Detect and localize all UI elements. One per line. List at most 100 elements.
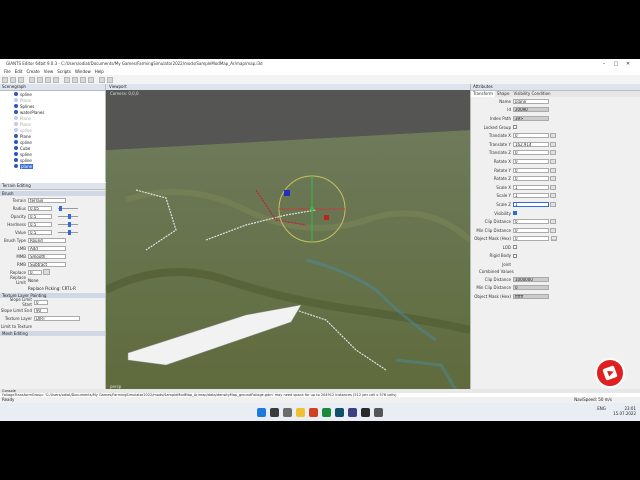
replace-field[interactable]: 0, 0.5 xyxy=(28,269,42,275)
locked-group-checkbox[interactable] xyxy=(513,125,517,130)
menu-window[interactable]: Window xyxy=(75,69,91,74)
translate-y-spinner[interactable] xyxy=(550,141,556,147)
clip-distance-spinner[interactable] xyxy=(550,219,556,225)
task-view-icon[interactable] xyxy=(283,407,292,417)
terrain-row: Terrain terrain xyxy=(0,196,105,204)
scale-icon[interactable] xyxy=(53,76,59,83)
mmb-select[interactable]: Smooth xyxy=(28,253,66,259)
value-slider[interactable] xyxy=(58,229,78,235)
menu-help[interactable]: Help xyxy=(95,69,104,74)
scale-x-spinner[interactable] xyxy=(550,184,556,190)
app-icon[interactable] xyxy=(374,407,383,417)
clip-distance-field[interactable]: 0 xyxy=(513,219,549,225)
viewport-canvas[interactable]: Camera: 0,0,0 persp xyxy=(106,90,470,392)
translate-z-spinner[interactable] xyxy=(550,150,556,156)
lmb-select[interactable]: Add xyxy=(28,245,66,251)
node-icon xyxy=(14,140,18,144)
terrain-paint-icon[interactable] xyxy=(72,76,78,83)
browser-icon[interactable] xyxy=(309,407,318,417)
gizmo-handle[interactable] xyxy=(284,190,290,196)
hardness-field[interactable]: 0.5 xyxy=(28,221,52,227)
rotate-x-spinner[interactable] xyxy=(550,158,556,164)
play-icon[interactable] xyxy=(99,76,105,83)
rotate-y-spinner[interactable] xyxy=(550,167,556,173)
opacity-field[interactable]: 0.5 xyxy=(28,213,52,219)
file-explorer-icon[interactable] xyxy=(296,407,305,417)
tab-transform[interactable]: Transform xyxy=(471,91,495,97)
scale-y-field[interactable]: 1 xyxy=(513,193,549,199)
object-mask-field[interactable]: 0 xyxy=(513,236,549,242)
menu-file[interactable]: File xyxy=(4,69,11,74)
move-icon[interactable] xyxy=(37,76,43,83)
close-button[interactable]: ✕ xyxy=(622,59,634,68)
radius-field[interactable]: 0.05 xyxy=(28,205,52,211)
search-icon[interactable] xyxy=(270,407,279,417)
clock-date[interactable]: 15.07.2022 xyxy=(613,411,636,416)
translate-x-field[interactable]: 0 xyxy=(513,133,549,139)
save-icon[interactable] xyxy=(18,76,24,83)
radius-slider[interactable] xyxy=(58,205,78,211)
scale-z-spinner[interactable] xyxy=(550,201,556,207)
texture-layer-select[interactable]: DIRT xyxy=(34,315,80,321)
tab-shape[interactable]: Shape xyxy=(495,91,512,97)
menu-edit[interactable]: Edit xyxy=(15,69,23,74)
menu-create[interactable]: Create xyxy=(26,69,39,74)
terrain-sculpt-icon[interactable] xyxy=(64,76,70,83)
lod-label: LOD xyxy=(502,244,511,250)
language-indicator[interactable]: ENG xyxy=(597,406,606,411)
translate-y-field[interactable]: 162.914 xyxy=(513,141,549,147)
giants-editor-icon[interactable] xyxy=(348,407,357,417)
scale-y-spinner[interactable] xyxy=(550,193,556,199)
open-icon[interactable] xyxy=(10,76,16,83)
select-icon[interactable] xyxy=(29,76,35,83)
scenegraph-node[interactable]: plane xyxy=(0,163,105,169)
menu-view[interactable]: View xyxy=(44,69,54,74)
tab-visibility-condition[interactable]: Visibility Condition xyxy=(511,91,552,97)
system-tray: ENG 23:01 15.07.2022 xyxy=(597,406,636,416)
new-icon[interactable] xyxy=(2,76,8,83)
name-field[interactable]: plane xyxy=(513,98,549,104)
camera-icon[interactable] xyxy=(107,76,113,83)
node-label: Plane xyxy=(20,121,31,127)
scale-z-field[interactable]: 1 xyxy=(513,201,549,207)
scale-x-row: Scale X 1 xyxy=(471,183,640,192)
opacity-slider[interactable] xyxy=(58,213,78,219)
maximize-button[interactable]: □ xyxy=(610,59,622,68)
rotate-y-field[interactable]: 0 xyxy=(513,167,549,173)
brush-type-select[interactable]: Round xyxy=(28,237,66,243)
slope-start-field[interactable]: 0 xyxy=(34,299,48,305)
obs-icon[interactable] xyxy=(361,407,370,417)
translate-x-spinner[interactable] xyxy=(550,133,556,139)
translate-z-label: Translate Z xyxy=(488,150,511,156)
info-layer-icon[interactable] xyxy=(88,76,94,83)
windows-start-icon[interactable] xyxy=(257,407,266,417)
photoshop-icon[interactable] xyxy=(335,407,344,417)
radius-row: Radius 0.05 xyxy=(0,204,105,212)
rotate-z-spinner[interactable] xyxy=(550,176,556,182)
texture-layer-row: Texture Layer DIRT xyxy=(0,314,105,322)
minimize-button[interactable]: – xyxy=(598,59,610,68)
object-mask-more-button[interactable]: … xyxy=(551,236,557,242)
rotate-icon[interactable] xyxy=(45,76,51,83)
rotate-z-field[interactable]: 0 xyxy=(513,176,549,182)
hardness-slider[interactable] xyxy=(58,221,78,227)
slope-end-field[interactable]: 90 xyxy=(34,307,48,313)
terrain-select[interactable]: terrain xyxy=(28,197,66,203)
farming-sim-icon[interactable] xyxy=(322,407,331,417)
translate-z-field[interactable]: 0 xyxy=(513,150,549,156)
foliage-paint-icon[interactable] xyxy=(80,76,86,83)
rmb-select[interactable]: Subtract xyxy=(28,261,66,267)
scale-x-field[interactable]: 1 xyxy=(513,184,549,190)
menu-scripts[interactable]: Scripts xyxy=(57,69,71,74)
min-clip-distance-field[interactable]: 0 xyxy=(513,227,549,233)
value-field[interactable]: 0.5 xyxy=(28,229,52,235)
rigid-body-checkbox[interactable] xyxy=(513,253,517,258)
visibility-checkbox[interactable] xyxy=(513,211,517,216)
rotate-x-field[interactable]: 0 xyxy=(513,158,549,164)
min-clip-distance-spinner[interactable] xyxy=(550,227,556,233)
node-icon xyxy=(14,128,18,132)
replace-pick-button[interactable] xyxy=(43,269,50,275)
scale-z-label: Scale Z xyxy=(496,201,511,207)
hardness-row: Hardness 0.5 xyxy=(0,220,105,228)
lod-checkbox[interactable] xyxy=(513,245,517,250)
